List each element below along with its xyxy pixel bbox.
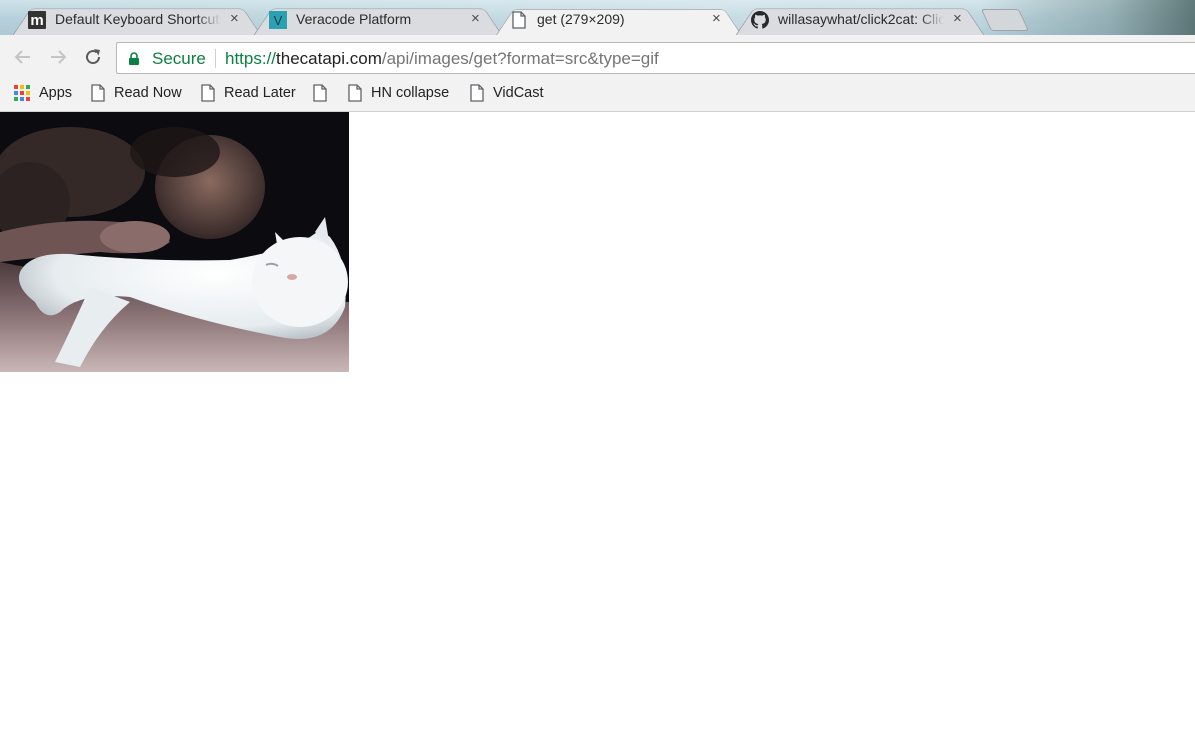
page-icon xyxy=(348,84,362,102)
secure-label[interactable]: Secure xyxy=(152,49,206,69)
svg-text:m: m xyxy=(30,12,43,29)
tab-veracode-platform[interactable]: V Veracode Platform × xyxy=(253,2,503,36)
tab-strip: m Default Keyboard Shortcuts × V Veracod… xyxy=(0,0,1195,37)
new-tab-shape xyxy=(980,9,1030,31)
tab-get-image[interactable]: get (279×209) × xyxy=(494,2,744,37)
cat-photo-illustration xyxy=(0,112,349,372)
url-scheme: https:// xyxy=(225,49,277,68)
bookmark-label: Read Now xyxy=(114,85,182,101)
page-icon xyxy=(91,84,105,102)
tab-github-click2cat[interactable]: willasaywhat/click2cat: Click × xyxy=(735,2,985,36)
close-icon[interactable]: × xyxy=(712,10,721,28)
github-icon xyxy=(751,11,769,29)
arrow-left-icon xyxy=(14,50,30,64)
bookmark-label: Read Later xyxy=(224,85,296,101)
m-logo-icon: m xyxy=(28,11,46,29)
page-content xyxy=(0,112,1195,752)
close-icon[interactable]: × xyxy=(230,10,239,28)
forward-button[interactable] xyxy=(48,47,68,67)
url-path: /api/images/get?format=src&type=gif xyxy=(381,49,659,68)
reload-icon xyxy=(86,49,101,65)
tab-title: willasaywhat/click2cat: Click xyxy=(778,11,944,27)
close-icon[interactable]: × xyxy=(471,10,480,28)
back-button[interactable] xyxy=(13,47,33,67)
bookmark-untitled[interactable] xyxy=(313,82,327,104)
bookmarks-bar: Apps Read Now Read Later HN collapse Vid… xyxy=(0,77,1195,112)
page-icon xyxy=(313,84,327,102)
new-tab-button[interactable] xyxy=(980,9,1030,31)
bookmark-vidcast[interactable]: VidCast xyxy=(470,82,544,104)
tab-title: Default Keyboard Shortcuts xyxy=(55,11,221,27)
reload-button[interactable] xyxy=(83,47,103,67)
bookmark-apps[interactable]: Apps xyxy=(14,82,72,104)
bookmark-read-later[interactable]: Read Later xyxy=(201,82,296,104)
omnibox-separator xyxy=(215,49,216,68)
cat-gif-image[interactable] xyxy=(0,112,349,372)
svg-text:V: V xyxy=(274,13,283,28)
bookmark-hn-collapse[interactable]: HN collapse xyxy=(348,82,449,104)
url-host: thecatapi.com xyxy=(276,49,382,68)
bookmark-label: Apps xyxy=(39,85,73,101)
bookmark-label: VidCast xyxy=(493,85,544,101)
bookmark-read-now[interactable]: Read Now xyxy=(91,82,182,104)
page-icon xyxy=(201,84,215,102)
apps-grid-icon xyxy=(14,85,30,101)
arrow-right-icon xyxy=(51,50,67,64)
address-bar[interactable]: Secure https://thecatapi.com/api/images/… xyxy=(116,42,1195,74)
page-icon xyxy=(470,84,484,102)
lock-icon[interactable] xyxy=(129,52,139,65)
bookmark-label: HN collapse xyxy=(371,85,450,101)
page-icon xyxy=(512,11,530,29)
tab-title: Veracode Platform xyxy=(296,11,412,27)
close-icon[interactable]: × xyxy=(953,10,962,28)
url-text[interactable]: https://thecatapi.com/api/images/get?for… xyxy=(225,49,659,69)
tab-default-keyboard-shortcuts[interactable]: m Default Keyboard Shortcuts × xyxy=(12,2,262,36)
veracode-v-icon: V xyxy=(269,11,287,29)
tab-title: get (279×209) xyxy=(537,11,625,27)
